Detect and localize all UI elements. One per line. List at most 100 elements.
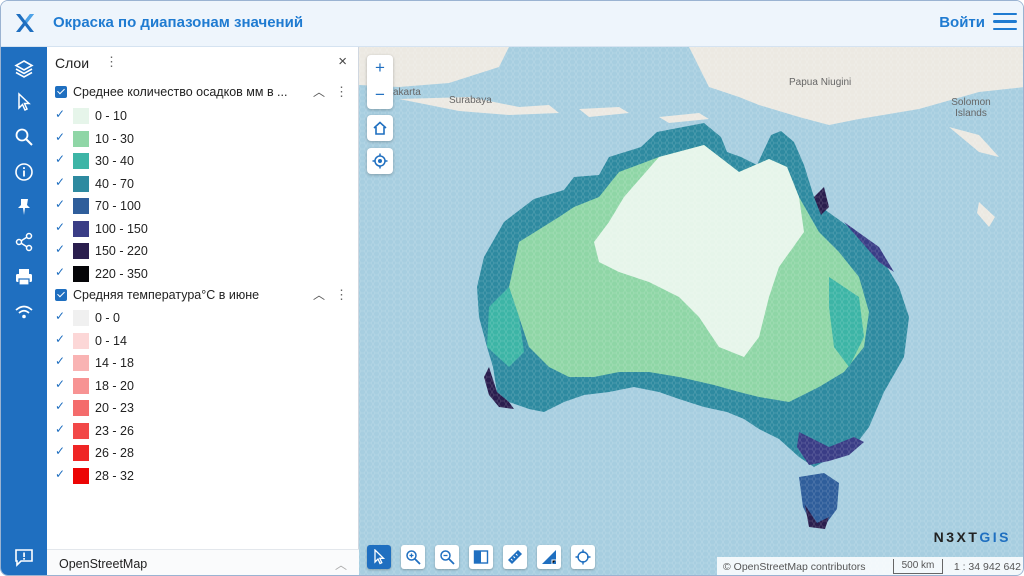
check-icon[interactable]: ✓ — [55, 444, 65, 458]
layer-menu-icon[interactable]: ⋮ — [335, 84, 348, 100]
legend-swatch — [73, 445, 89, 461]
brand-text-gis: GIS — [979, 529, 1011, 545]
legend-item[interactable]: ✓ 30 - 40 — [55, 152, 335, 170]
panel-menu-icon[interactable]: ⋮ — [105, 54, 118, 70]
login-link[interactable]: Войти — [939, 14, 985, 31]
hamburger-menu-icon[interactable] — [993, 13, 1017, 33]
measure-distance-tool[interactable] — [503, 545, 527, 569]
pin-icon[interactable] — [10, 193, 38, 221]
legend-swatch — [73, 422, 89, 439]
check-icon[interactable]: ✓ — [55, 377, 65, 391]
panel-header: Слои ⋮ × — [47, 47, 359, 77]
zoom-out-button[interactable]: − — [367, 82, 393, 109]
legend-swatch — [73, 377, 89, 394]
legend-swatch — [73, 130, 89, 147]
feedback-icon[interactable] — [10, 543, 38, 571]
info-icon[interactable] — [10, 158, 38, 186]
legend-label: 0 - 0 — [95, 311, 121, 325]
locate-button[interactable] — [367, 148, 393, 174]
basemap-selector[interactable]: OpenStreetMap ︿ — [47, 549, 359, 575]
legend-label: 0 - 10 — [95, 109, 127, 123]
legend-item[interactable]: ✓ 0 - 10 — [55, 107, 335, 125]
legend-swatch — [73, 175, 89, 192]
legend-label: 30 - 40 — [95, 154, 134, 168]
layer-row-temperature[interactable]: Средняя температура°С в июне ︿ ⋮ — [53, 286, 353, 306]
check-icon[interactable]: ✓ — [55, 467, 65, 481]
legend-item[interactable]: ✓ 14 - 18 — [55, 354, 335, 372]
check-icon[interactable]: ✓ — [55, 422, 65, 436]
check-icon[interactable]: ✓ — [55, 220, 65, 234]
check-icon[interactable]: ✓ — [55, 152, 65, 166]
legend-item[interactable]: ✓ 40 - 70 — [55, 175, 335, 193]
check-icon[interactable]: ✓ — [55, 265, 65, 279]
swipe-icon — [473, 550, 489, 564]
legend-label: 20 - 23 — [95, 401, 134, 415]
locate-icon — [372, 153, 388, 169]
legend-item[interactable]: ✓ 28 - 32 — [55, 467, 335, 485]
check-icon[interactable]: ✓ — [55, 354, 65, 368]
check-icon[interactable]: ✓ — [55, 197, 65, 211]
layer-menu-icon[interactable]: ⋮ — [335, 287, 348, 303]
pointer-tool[interactable] — [367, 545, 391, 569]
ruler-icon — [508, 550, 522, 564]
map-view[interactable]: Papua Niugini Solomon Islands Surabaya a… — [359, 47, 1023, 575]
zoom-in-tool[interactable] — [401, 545, 425, 569]
share-icon[interactable] — [10, 228, 38, 256]
legend-label: 28 - 32 — [95, 468, 134, 483]
legend-item[interactable]: ✓ 150 - 220 — [55, 242, 335, 260]
app-title: Окраска по диапазонам значений — [53, 14, 304, 31]
close-icon[interactable]: × — [338, 53, 347, 70]
legend-label: 150 - 220 — [95, 244, 148, 258]
search-icon[interactable] — [10, 123, 38, 151]
legend-swatch — [73, 310, 89, 326]
legend-label: 40 - 70 — [95, 176, 134, 191]
zoom-in-button[interactable]: + — [367, 55, 393, 82]
legend-item[interactable]: ✓ 0 - 0 — [55, 309, 335, 327]
check-icon[interactable]: ✓ — [55, 107, 65, 121]
legend-item[interactable]: ✓ 220 - 350 — [55, 265, 335, 283]
legend-item[interactable]: ✓ 0 - 14 — [55, 332, 335, 350]
map-canvas — [359, 47, 1023, 575]
zoom-out-tool[interactable] — [435, 545, 459, 569]
check-icon[interactable]: ✓ — [55, 399, 65, 413]
legend-swatch — [73, 400, 89, 416]
layer-checkbox[interactable] — [55, 86, 67, 98]
zoom-in-icon — [406, 550, 421, 565]
swipe-tool[interactable] — [469, 545, 493, 569]
nextgis-logo — [16, 14, 34, 32]
check-icon[interactable]: ✓ — [55, 130, 65, 144]
check-icon[interactable]: ✓ — [55, 332, 65, 346]
chevron-up-icon[interactable]: ︿ — [313, 286, 325, 303]
layer-row-precipitation[interactable]: Среднее количество осадков мм в ... ︿ ⋮ — [53, 83, 353, 103]
layers-icon[interactable] — [10, 55, 38, 83]
legend-item[interactable]: ✓ 23 - 26 — [55, 422, 335, 440]
layer-checkbox[interactable] — [55, 289, 67, 301]
legend-label: 0 - 14 — [95, 333, 127, 348]
wifi-icon[interactable] — [10, 298, 38, 326]
legend-swatch — [73, 243, 89, 259]
legend-label: 14 - 18 — [95, 356, 134, 370]
print-icon[interactable] — [10, 263, 38, 291]
legend-label: 26 - 28 — [95, 446, 134, 460]
chevron-up-icon[interactable]: ︿ — [335, 556, 347, 573]
legend-item[interactable]: ✓ 10 - 30 — [55, 130, 335, 148]
legend-swatch — [73, 467, 89, 484]
measure-area-tool[interactable] — [537, 545, 561, 569]
check-icon[interactable]: ✓ — [55, 309, 65, 323]
chevron-up-icon[interactable]: ︿ — [313, 83, 325, 100]
home-button[interactable] — [367, 115, 393, 141]
check-icon[interactable]: ✓ — [55, 175, 65, 189]
legend-item[interactable]: ✓ 20 - 23 — [55, 399, 335, 417]
panel-title: Слои — [55, 55, 90, 71]
legend-item[interactable]: ✓ 18 - 20 — [55, 377, 335, 395]
legend-item[interactable]: ✓ 100 - 150 — [55, 220, 335, 238]
select-icon[interactable] — [10, 88, 38, 116]
check-icon[interactable]: ✓ — [55, 242, 65, 256]
legend-item[interactable]: ✓ 26 - 28 — [55, 444, 335, 462]
header-bar: Окраска по диапазонам значений Войти — [1, 1, 1023, 47]
legend-swatch — [73, 265, 89, 282]
layers-panel: Слои ⋮ × Среднее количество осадков мм в… — [47, 47, 359, 575]
legend-item[interactable]: ✓ 70 - 100 — [55, 197, 335, 215]
crosshair-icon — [575, 549, 591, 565]
coordinates-tool[interactable] — [571, 545, 595, 569]
